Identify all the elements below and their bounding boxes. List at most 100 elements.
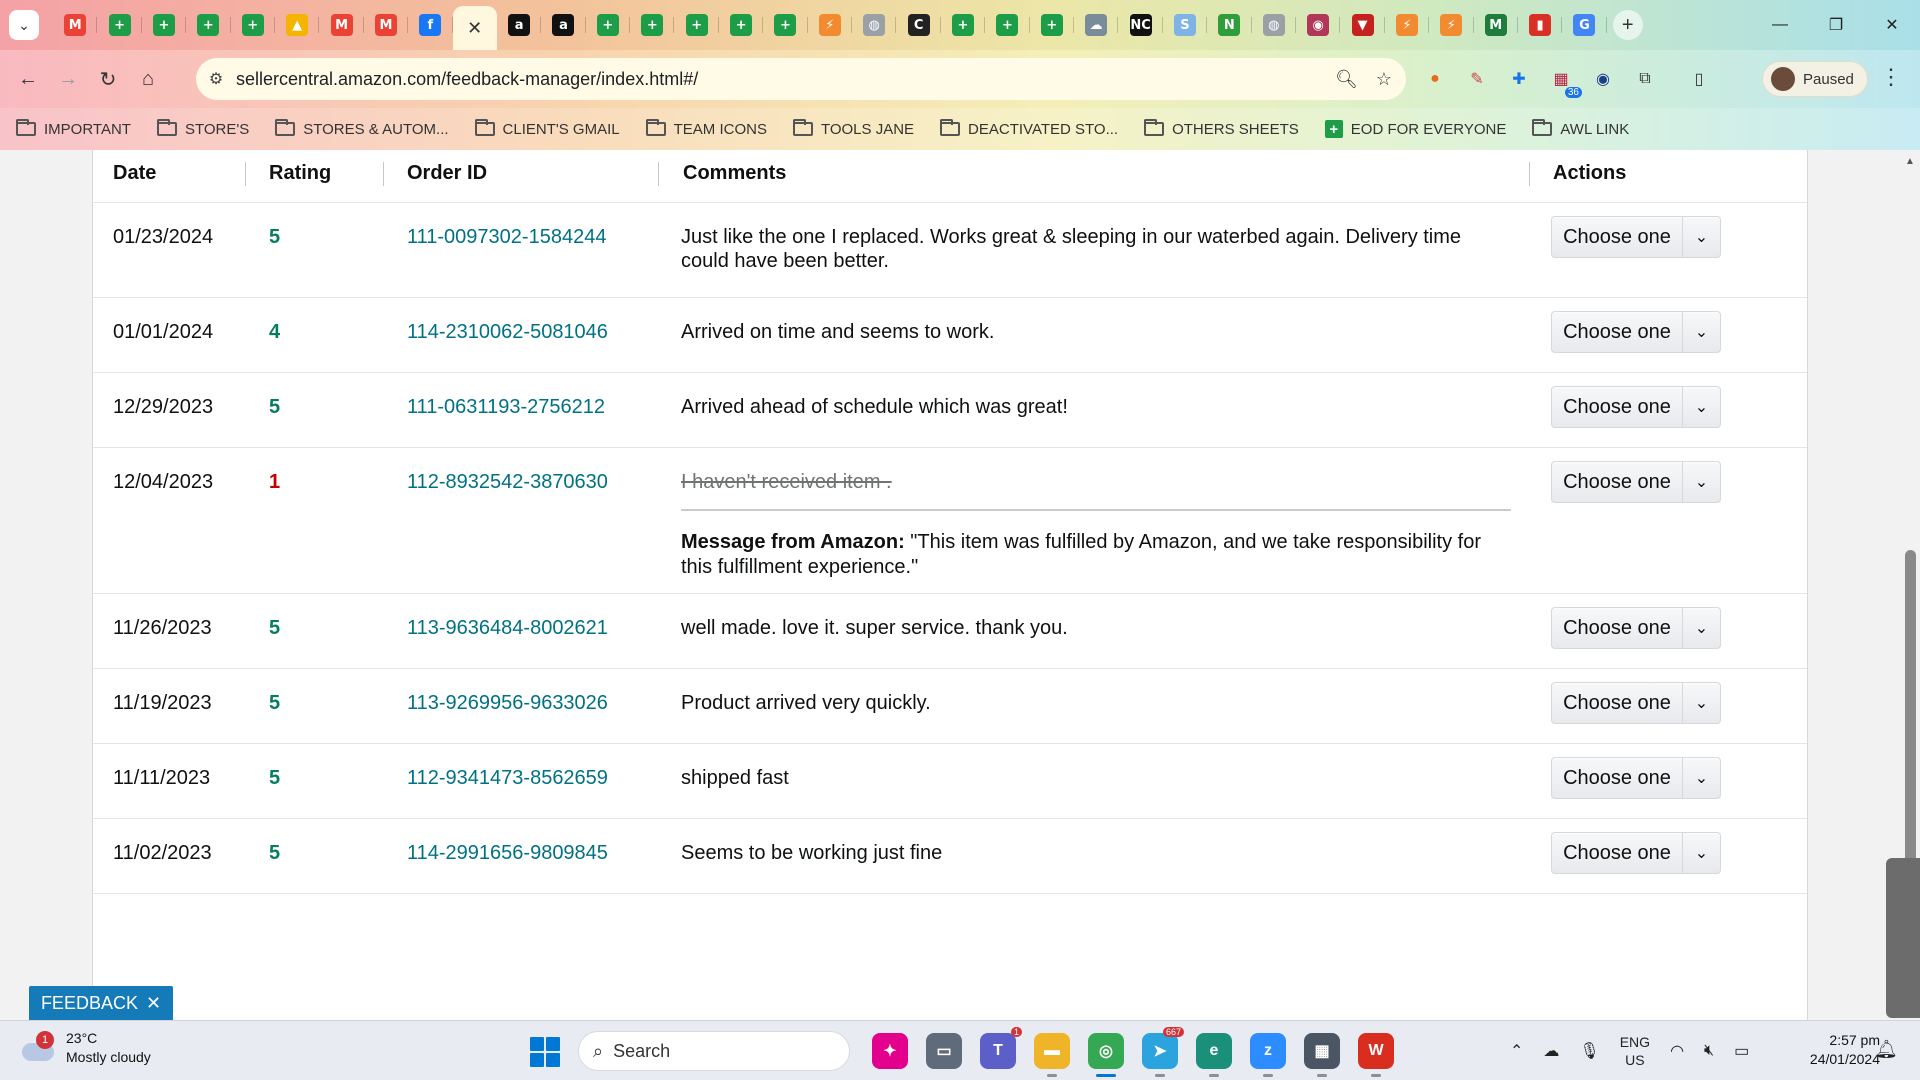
chevron-down-icon[interactable]: ⌄: [1682, 758, 1720, 798]
wps-icon[interactable]: W: [1358, 1033, 1394, 1077]
wifi-icon[interactable]: ◠: [1670, 1041, 1684, 1061]
browser-tab[interactable]: +: [97, 5, 143, 45]
browser-tab[interactable]: ▼: [1340, 5, 1386, 45]
side-preview-thumbnail[interactable]: [1886, 858, 1920, 1018]
new-tab-button[interactable]: +: [1612, 10, 1643, 40]
scroll-up-icon[interactable]: ▲: [1905, 156, 1915, 167]
zoom-icon[interactable]: 🔍︎: [1335, 69, 1358, 90]
restore-button[interactable]: ❐: [1808, 0, 1864, 50]
browser-tab[interactable]: +: [186, 5, 231, 45]
address-bar[interactable]: ⚙ sellercentral.amazon.com/feedback-mana…: [196, 58, 1406, 100]
close-window-button[interactable]: ✕: [1864, 0, 1920, 50]
browser-tab[interactable]: +: [231, 5, 276, 45]
browser-tab[interactable]: +: [142, 5, 187, 45]
browser-menu-icon[interactable]: ⋮: [1880, 64, 1902, 90]
microphone-icon[interactable]: 🎙︎: [1579, 1041, 1599, 1061]
browser-tab[interactable]: f: [408, 5, 453, 45]
action-dropdown[interactable]: Choose one ⌄: [1551, 682, 1721, 724]
browser-tab[interactable]: ◍: [852, 5, 897, 45]
browser-tab[interactable]: a: [497, 5, 542, 45]
browser-tab[interactable]: ▲: [275, 5, 320, 45]
bookmark-item[interactable]: CLIENT'S GMAIL: [474, 119, 620, 138]
battery-icon[interactable]: ▭: [1734, 1041, 1749, 1061]
browser-tab[interactable]: M: [364, 5, 409, 45]
order-id-link[interactable]: 112-8932542-3870630: [407, 470, 608, 494]
close-icon[interactable]: ✕: [464, 17, 486, 39]
bookmark-item[interactable]: STORE'S: [156, 119, 249, 138]
browser-tab[interactable]: +: [719, 5, 764, 45]
browser-tab[interactable]: +: [941, 5, 986, 45]
chevron-down-icon[interactable]: ⌄: [1682, 462, 1720, 502]
notification-bell-icon[interactable]: 🔔︎: [1875, 1039, 1898, 1060]
browser-tab[interactable]: +: [586, 5, 631, 45]
forward-button[interactable]: →: [48, 59, 88, 99]
chevron-up-icon[interactable]: ⌃: [1510, 1041, 1523, 1061]
telegram-icon[interactable]: ➤ 667: [1142, 1027, 1184, 1077]
chevron-down-icon[interactable]: ⌄: [1682, 217, 1720, 257]
calculator-icon[interactable]: ▦: [1304, 1033, 1340, 1077]
weather-widget[interactable]: 1 23°C Mostly cloudy: [22, 1029, 151, 1067]
taskbar-clock[interactable]: 2:57 pm 24/01/2024: [1780, 1031, 1880, 1069]
chevron-down-icon[interactable]: ⌄: [1682, 387, 1720, 427]
header-date[interactable]: Date: [113, 162, 156, 185]
edge-icon[interactable]: e: [1196, 1033, 1232, 1077]
action-dropdown[interactable]: Choose one ⌄: [1551, 832, 1721, 874]
action-dropdown[interactable]: Choose one ⌄: [1551, 216, 1721, 258]
order-id-link[interactable]: 112-9341473-8562659: [407, 766, 608, 790]
action-dropdown[interactable]: Choose one ⌄: [1551, 311, 1721, 353]
bookmark-item[interactable]: IMPORTANT: [16, 119, 131, 138]
order-id-link[interactable]: 114-2991656-9809845: [407, 841, 608, 865]
browser-tab[interactable]: G: [1562, 5, 1608, 45]
reload-button[interactable]: ↻: [88, 59, 128, 99]
browser-tab[interactable]: S: [1163, 5, 1208, 45]
teams-icon[interactable]: T1: [980, 1027, 1022, 1069]
feedback-tab[interactable]: FEEDBACK ✕: [29, 986, 173, 1020]
extension-calendar-icon[interactable]: ▦ 36: [1546, 64, 1582, 98]
browser-tab[interactable]: +: [985, 5, 1030, 45]
browser-tab[interactable]: NC: [1118, 5, 1164, 45]
browser-tab[interactable]: ☁: [1074, 5, 1119, 45]
file-explorer-icon[interactable]: ▬: [1034, 1033, 1070, 1077]
action-dropdown[interactable]: Choose one ⌄: [1551, 461, 1721, 503]
extensions-puzzle-icon[interactable]: ⧉: [1630, 64, 1660, 94]
browser-tab[interactable]: ⚡: [808, 5, 853, 45]
bookmark-item[interactable]: OTHERS SHEETS: [1144, 119, 1299, 138]
extension-blue-icon[interactable]: ✚: [1504, 64, 1534, 94]
action-dropdown[interactable]: Choose one ⌄: [1551, 757, 1721, 799]
browser-tab[interactable]: ⚡: [1385, 5, 1430, 45]
browser-tab[interactable]: +: [674, 5, 720, 45]
order-id-link[interactable]: 114-2310062-5081046: [407, 320, 608, 344]
desktop-icon[interactable]: ▭: [926, 1033, 962, 1069]
tab-search-button[interactable]: ⌄: [9, 10, 39, 40]
browser-tab[interactable]: +: [630, 5, 675, 45]
chevron-down-icon[interactable]: ⌄: [1682, 312, 1720, 352]
browser-tab[interactable]: N: [1207, 5, 1252, 45]
order-id-link[interactable]: 113-9636484-8002621: [407, 616, 608, 640]
taskbar-search[interactable]: ⌕ Search: [578, 1031, 850, 1071]
zoom-icon[interactable]: z: [1250, 1033, 1286, 1077]
action-dropdown[interactable]: Choose one ⌄: [1551, 607, 1721, 649]
start-button[interactable]: [530, 1037, 560, 1067]
extension-orange-icon[interactable]: ●: [1420, 64, 1450, 94]
browser-tab[interactable]: ⚡: [1429, 5, 1474, 45]
onedrive-icon[interactable]: ☁: [1543, 1041, 1559, 1061]
url-text[interactable]: sellercentral.amazon.com/feedback-manage…: [236, 69, 698, 90]
bookmark-item[interactable]: + EOD FOR EVERYONE: [1324, 120, 1506, 138]
header-rating[interactable]: Rating: [269, 162, 331, 185]
browser-tab[interactable]: a: [541, 5, 587, 45]
bookmark-item[interactable]: TEAM ICONS: [645, 119, 767, 138]
profile-button[interactable]: Paused: [1762, 61, 1868, 97]
browser-tab[interactable]: M: [53, 5, 98, 45]
browser-tab[interactable]: ◉: [1296, 5, 1341, 45]
copilot-icon[interactable]: ✦: [872, 1033, 908, 1069]
back-button[interactable]: ←: [8, 59, 48, 99]
extension-tag-icon[interactable]: ✎: [1462, 64, 1492, 94]
bookmark-item[interactable]: STORES & AUTOM...: [275, 119, 449, 138]
side-panel-icon[interactable]: ▯: [1684, 64, 1714, 94]
browser-tab[interactable]: ▮: [1518, 5, 1563, 45]
bookmark-star-icon[interactable]: ☆: [1376, 69, 1392, 90]
close-icon[interactable]: ✕: [146, 993, 161, 1014]
home-button[interactable]: ⌂: [128, 59, 168, 99]
action-dropdown[interactable]: Choose one ⌄: [1551, 386, 1721, 428]
browser-tab[interactable]: ◍: [1252, 5, 1297, 45]
